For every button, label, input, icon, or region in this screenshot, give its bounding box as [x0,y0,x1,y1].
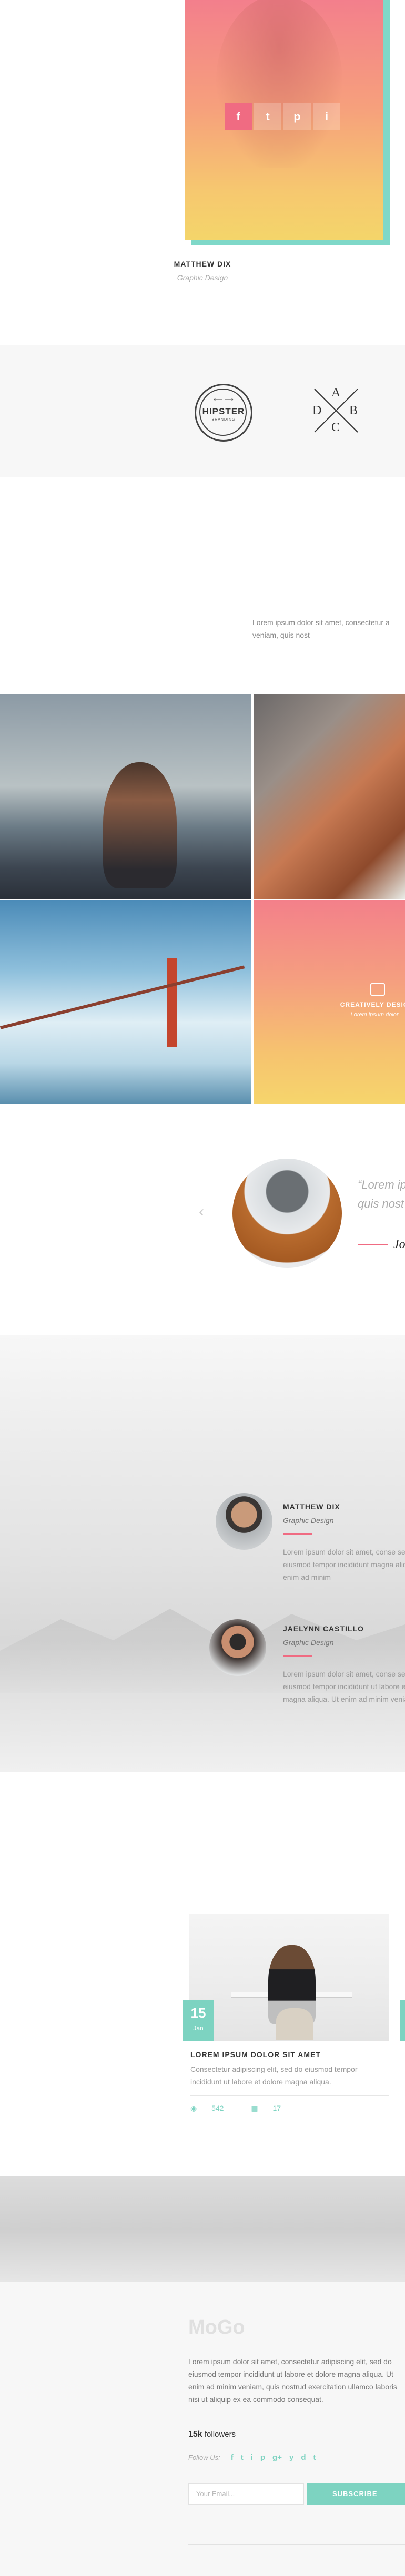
team-member-bio: Lorem ipsum dolor sit amet, conse sed do… [283,1670,405,1703]
comments-count[interactable]: ▤ 17 [251,2104,293,2112]
blog-post-title[interactable]: LOREM IPSUM DOLOR SIT AMET [190,2050,321,2059]
twitter-icon[interactable]: t [254,103,281,130]
hipster-logo-sub: BRANDING [211,418,236,422]
gallery-caption: CREATIVELY DESIG [340,1001,405,1008]
footer-logo[interactable]: MoGo [188,2316,245,2339]
testimonial-quote: “Lorem ip tempor in quis nost [358,1178,405,1210]
blog-date-day: 15 [190,2005,206,2021]
testimonial-author: Jo [393,1238,405,1251]
gallery-photo-highlight[interactable]: CREATIVELY DESIG Lorem ipsum dolor [254,900,405,1104]
blog-post-meta: ◉ 542 ▤ 17 [190,2095,389,2113]
intro-text: Lorem ipsum dolor sit amet, consectetur … [252,618,390,639]
avatar [216,1493,272,1550]
team-member-divider [283,1655,312,1657]
instagram-icon[interactable]: i [251,2453,253,2462]
team-member-card[interactable]: f t p i [185,0,383,240]
facebook-icon[interactable]: f [225,103,252,130]
gallery-photo-beach[interactable] [0,694,251,899]
team-member-role: Graphic Design [283,1638,334,1647]
twitter-icon[interactable]: t [241,2453,244,2462]
footer-text: Lorem ipsum dolor sit amet, consectetur … [188,2357,397,2404]
team-member-bio: Lorem ipsum dolor sit amet, conse sed do… [283,1548,405,1581]
email-input[interactable]: Your Email... [188,2483,304,2505]
footer-social-row: Follow Us: f t i p g+ y d t [188,2453,323,2462]
gallery-photo-bridge[interactable] [0,900,251,1104]
comments-value: 17 [272,2104,281,2112]
eye-icon: ◉ [190,2104,199,2112]
tumblr-icon[interactable]: t [313,2453,316,2462]
abcd-letter: D [312,404,322,417]
chevron-left-icon[interactable]: ‹ [199,1203,204,1221]
google-plus-icon[interactable]: g+ [272,2453,282,2462]
team-member-role: Graphic Design [283,1516,334,1525]
youtube-icon[interactable]: y [289,2453,293,2462]
views-value: 542 [211,2104,224,2112]
followers-value: 15k [188,2430,202,2439]
footer: MoGo Lorem ipsum dolor sit amet, consect… [0,2282,405,2576]
views-count: ◉ 542 [190,2104,236,2112]
abcd-letter: B [349,404,358,417]
instagram-icon[interactable]: i [313,103,340,130]
blog-post-image[interactable] [189,1914,389,2041]
blog-post-excerpt: Consectetur adipiscing elit, sed do eius… [190,2065,358,2086]
facebook-icon[interactable]: f [231,2453,234,2462]
abcd-letter: C [331,421,340,434]
team-card-name: MATTHEW DIX [174,260,231,268]
hipster-logo: ⟵ ⟶ HIPSTER BRANDING [195,384,252,442]
testimonial-section: ‹ “Lorem ip tempor in quis nost Jo [0,1104,405,1335]
follow-label: Follow Us: [188,2454,220,2461]
abcd-logo: A D B C [311,386,361,435]
gallery-photo-architecture[interactable] [254,694,405,899]
hipster-logo-title: HIPSTER [202,406,245,416]
gallery-subcaption: Lorem ipsum dolor [350,1011,399,1018]
bridge-deck [0,965,245,1029]
avatar [209,1619,266,1676]
man-figure [103,762,177,888]
team-card-role: Graphic Design [177,273,228,282]
pinterest-icon[interactable]: p [260,2453,265,2462]
divider [188,2544,405,2545]
footer-image-band [0,2176,405,2282]
team-member-name: MATTHEW DIX [283,1502,340,1511]
dribbble-icon[interactable]: d [301,2453,306,2462]
followers-count: 15k followers [188,2430,236,2439]
gallery-section: CREATIVELY DESIG Lorem ipsum dolor [0,694,405,1104]
bridge-tower [167,958,177,1047]
team-member-photo [216,0,342,168]
team-card-section: f t p i MATTHEW DIX Graphic Design [0,0,405,345]
quote-divider [358,1244,388,1245]
arrows-icon: ⟵ ⟶ [214,396,234,403]
comment-icon: ▤ [251,2104,260,2112]
blog-date-month: Jan [193,2025,204,2032]
followers-label: followers [204,2430,236,2439]
team-list-section: MATTHEW DIX Graphic Design Lorem ipsum d… [0,1335,405,1772]
next-date-badge [400,2000,405,2041]
intro-section: Lorem ipsum dolor sit amet, consectetur … [0,477,405,694]
abcd-letter: A [331,386,341,400]
team-member-name: JAELYNN CASTILLO [283,1624,364,1633]
client-logos-section: ⟵ ⟶ HIPSTER BRANDING A D B C [0,345,405,477]
team-member-divider [283,1533,312,1535]
chair-shape [276,2008,313,2040]
team-card-social-row: f t p i [225,103,342,130]
subscribe-button[interactable]: SUBSCRIBE [307,2483,405,2505]
blog-date-badge: 15 Jan [183,2000,214,2041]
testimonial-avatar [232,1159,342,1268]
blog-section: 15 Jan LOREM IPSUM DOLOR SIT AMET Consec… [0,1772,405,2176]
image-icon [370,983,385,996]
divider [190,2095,389,2096]
pinterest-icon[interactable]: p [284,103,311,130]
